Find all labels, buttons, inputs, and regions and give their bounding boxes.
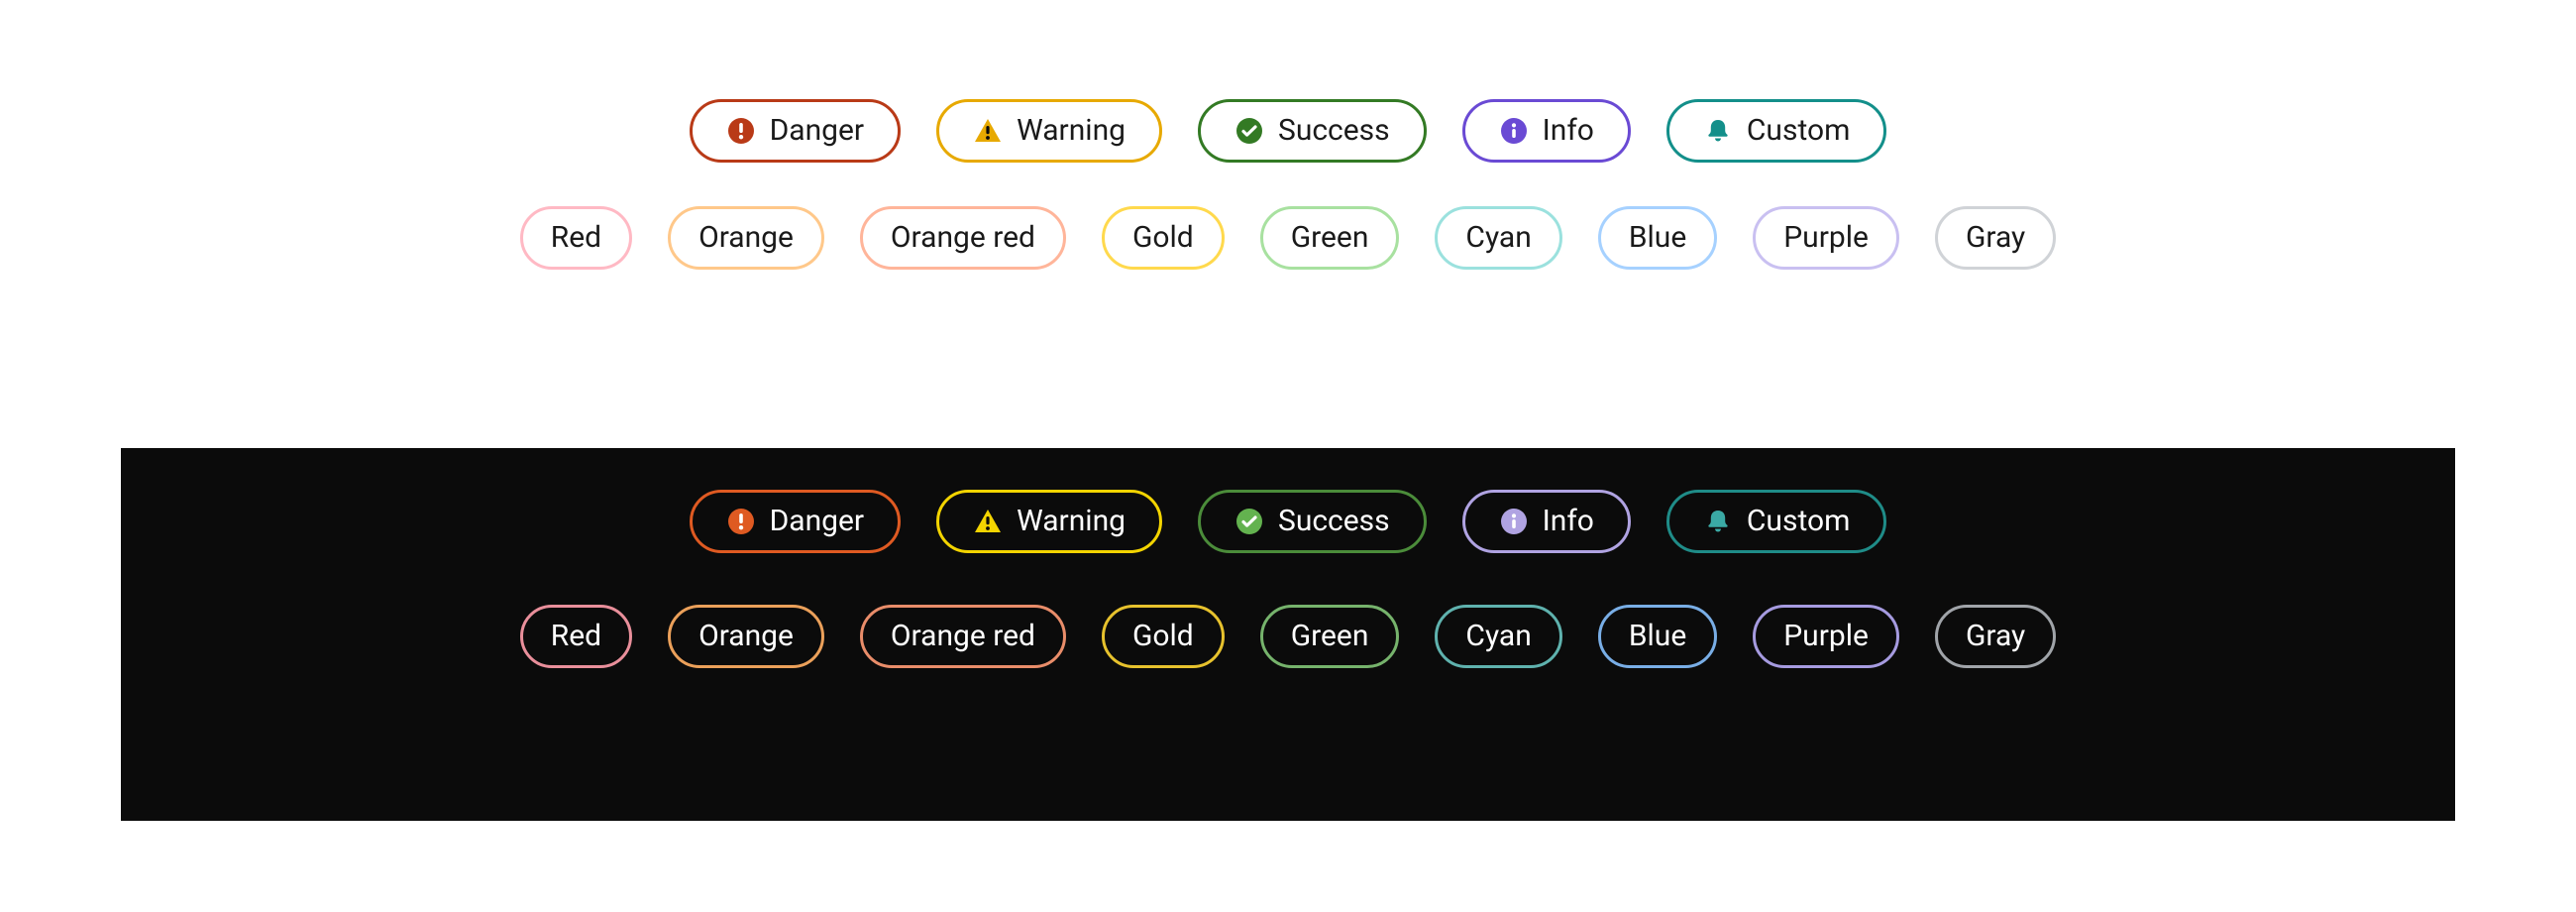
pill-label: Orange	[698, 622, 794, 651]
pill-warning[interactable]: Warning	[936, 490, 1162, 553]
exclamation-triangle-icon	[973, 507, 1003, 536]
pill-success[interactable]: Success	[1198, 490, 1427, 553]
dark-theme-panel: Danger Warning Success Info	[121, 448, 2455, 821]
pill-danger[interactable]: Danger	[690, 490, 902, 553]
pill-color-purple[interactable]: Purple	[1753, 605, 1899, 668]
info-circle-icon	[1499, 507, 1529, 536]
pill-color-gray[interactable]: Gray	[1935, 206, 2056, 270]
pill-info[interactable]: Info	[1462, 99, 1631, 163]
pill-color-red[interactable]: Red	[520, 206, 632, 270]
pill-label: Warning	[1017, 116, 1126, 146]
pill-color-orangered[interactable]: Orange red	[860, 605, 1066, 668]
pill-info[interactable]: Info	[1462, 490, 1631, 553]
pill-label: Red	[551, 223, 601, 253]
pill-label: Gold	[1132, 223, 1194, 253]
pill-color-gray[interactable]: Gray	[1935, 605, 2056, 668]
exclamation-circle-icon	[726, 507, 756, 536]
info-circle-icon	[1499, 116, 1529, 146]
pill-label: Orange red	[891, 622, 1035, 651]
pill-label: Blue	[1629, 223, 1686, 253]
pill-label: Orange	[698, 223, 794, 253]
pill-label: Green	[1291, 622, 1369, 651]
pill-label: Cyan	[1465, 223, 1531, 253]
pill-color-red[interactable]: Red	[520, 605, 632, 668]
pill-label: Danger	[770, 507, 865, 536]
pill-label: Danger	[770, 116, 865, 146]
pill-label: Purple	[1783, 622, 1869, 651]
pill-color-purple[interactable]: Purple	[1753, 206, 1899, 270]
pill-custom[interactable]: Custom	[1666, 490, 1887, 553]
pill-label: Custom	[1747, 507, 1851, 536]
pill-label: Custom	[1747, 116, 1851, 146]
pill-color-green[interactable]: Green	[1260, 605, 1400, 668]
pill-success[interactable]: Success	[1198, 99, 1427, 163]
pill-custom[interactable]: Custom	[1666, 99, 1887, 163]
check-circle-icon	[1234, 116, 1264, 146]
pill-color-blue[interactable]: Blue	[1598, 206, 1717, 270]
status-pill-row-dark: Danger Warning Success Info	[121, 448, 2455, 571]
exclamation-circle-icon	[726, 116, 756, 146]
exclamation-triangle-icon	[973, 116, 1003, 146]
color-pill-row-dark: Red Orange Orange red Gold Green Cyan Bl…	[121, 571, 2455, 694]
pill-label: Gray	[1966, 223, 2025, 253]
pill-label: Red	[551, 622, 601, 651]
pill-color-orange[interactable]: Orange	[668, 605, 824, 668]
pill-label: Warning	[1017, 507, 1126, 536]
pill-color-cyan[interactable]: Cyan	[1435, 206, 1561, 270]
canvas: Danger Warning Success Info	[0, 0, 2576, 912]
pill-color-blue[interactable]: Blue	[1598, 605, 1717, 668]
pill-label: Info	[1543, 116, 1594, 146]
pill-label: Green	[1291, 223, 1369, 253]
bell-icon	[1703, 116, 1733, 146]
pill-label: Gray	[1966, 622, 2025, 651]
pill-color-gold[interactable]: Gold	[1102, 206, 1225, 270]
pill-color-green[interactable]: Green	[1260, 206, 1400, 270]
pill-label: Gold	[1132, 622, 1194, 651]
color-pill-row-light: Red Orange Orange red Gold Green Cyan Bl…	[121, 180, 2455, 295]
pill-color-orange[interactable]: Orange	[668, 206, 824, 270]
bell-icon	[1703, 507, 1733, 536]
pill-warning[interactable]: Warning	[936, 99, 1162, 163]
pill-label: Info	[1543, 507, 1594, 536]
pill-label: Success	[1278, 116, 1390, 146]
pill-color-orangered[interactable]: Orange red	[860, 206, 1066, 270]
pill-label: Orange red	[891, 223, 1035, 253]
pill-color-gold[interactable]: Gold	[1102, 605, 1225, 668]
pill-danger[interactable]: Danger	[690, 99, 902, 163]
status-pill-row-light: Danger Warning Success Info	[121, 75, 2455, 180]
pill-label: Cyan	[1465, 622, 1531, 651]
check-circle-icon	[1234, 507, 1264, 536]
light-theme-panel: Danger Warning Success Info	[121, 75, 2455, 295]
pill-label: Purple	[1783, 223, 1869, 253]
pill-label: Success	[1278, 507, 1390, 536]
pill-label: Blue	[1629, 622, 1686, 651]
pill-color-cyan[interactable]: Cyan	[1435, 605, 1561, 668]
